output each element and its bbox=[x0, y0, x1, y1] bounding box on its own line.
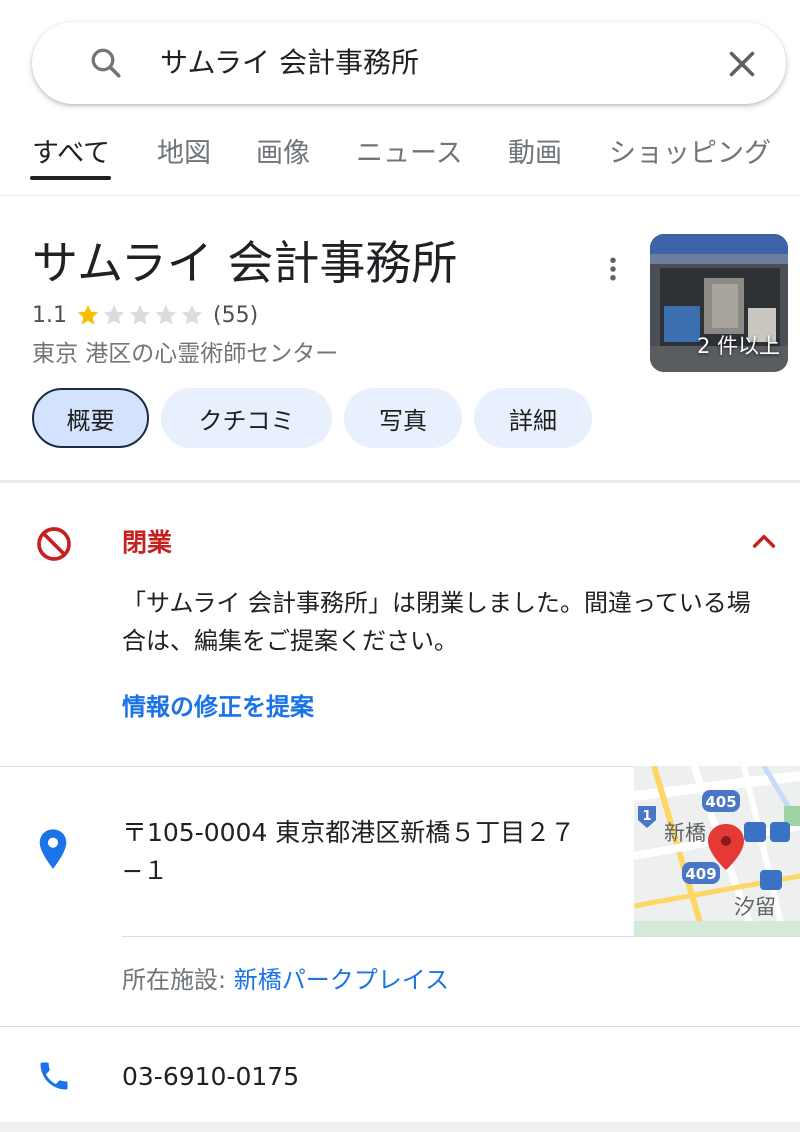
bottom-section-divider bbox=[0, 1122, 800, 1132]
search-tabs: すべて 地図 画像 ニュース 動画 ショッピング bbox=[0, 130, 800, 196]
search-icon bbox=[91, 48, 121, 78]
block-icon bbox=[37, 527, 71, 561]
phone-number[interactable]: 03-6910-0175 bbox=[122, 1060, 299, 1094]
tab-videos[interactable]: 動画 bbox=[508, 136, 562, 172]
star-empty-icon bbox=[129, 305, 151, 325]
map-road-405: 405 bbox=[705, 793, 736, 811]
more-options-icon[interactable] bbox=[598, 254, 628, 284]
tab-maps[interactable]: 地図 bbox=[157, 136, 211, 172]
facility-link[interactable]: 新橋パークプレイス bbox=[234, 966, 449, 994]
star-rating bbox=[75, 302, 205, 328]
phone-icon bbox=[40, 1062, 68, 1090]
chip-photos[interactable]: 写真 bbox=[344, 388, 462, 448]
map-label-shiodome: 汐留 bbox=[734, 895, 776, 919]
search-input[interactable]: サムライ 会計事務所 bbox=[160, 44, 419, 82]
star-icon bbox=[77, 305, 99, 325]
map-thumbnail[interactable]: 405 409 1 新橋 汐留 bbox=[634, 766, 800, 936]
place-category: 東京 港区の心霊術師センター bbox=[32, 341, 339, 367]
suggest-edit-link[interactable]: 情報の修正を提案 bbox=[122, 690, 314, 724]
map-road-409: 409 bbox=[685, 865, 716, 883]
star-empty-icon bbox=[103, 305, 125, 325]
tab-images[interactable]: 画像 bbox=[256, 136, 310, 172]
closed-status-label: 閉業 bbox=[122, 528, 173, 557]
facility-label: 所在施設: bbox=[122, 966, 234, 994]
rating-row[interactable]: 1.1 (55) bbox=[32, 300, 258, 330]
place-title: サムライ 会計事務所 bbox=[32, 236, 458, 290]
divider bbox=[0, 1026, 800, 1027]
review-count: (55) bbox=[213, 302, 259, 328]
photo-count: 2 件以上 bbox=[696, 334, 780, 358]
star-empty-icon bbox=[181, 305, 203, 325]
tab-shopping[interactable]: ショッピング bbox=[609, 136, 771, 172]
facility-row: 所在施設: 新橋パークプレイス bbox=[122, 962, 449, 998]
place-photo[interactable]: 2 件以上 bbox=[650, 234, 788, 372]
chip-reviews[interactable]: クチコミ bbox=[161, 388, 332, 448]
divider bbox=[122, 936, 800, 937]
map-image: 405 409 1 新橋 汐留 bbox=[634, 766, 800, 936]
tab-all[interactable]: すべて bbox=[32, 136, 110, 172]
closed-message: 「サムライ 会計事務所」は閉業しました。間違っている場合は、編集をご提案ください… bbox=[122, 589, 751, 655]
chip-overview[interactable]: 概要 bbox=[32, 388, 149, 448]
chip-details[interactable]: 詳細 bbox=[474, 388, 592, 448]
map-road-1: 1 bbox=[642, 809, 651, 824]
close-icon[interactable] bbox=[724, 46, 760, 82]
star-empty-icon bbox=[155, 305, 177, 325]
chevron-up-icon[interactable] bbox=[748, 526, 780, 558]
section-divider bbox=[0, 480, 800, 483]
active-tab-indicator bbox=[30, 176, 111, 180]
address-text[interactable]: 〒105-0004 東京都港区新橋５丁目２７−１ bbox=[122, 814, 602, 890]
rating-value: 1.1 bbox=[32, 302, 67, 328]
tab-news[interactable]: ニュース bbox=[356, 136, 463, 172]
search-bar[interactable]: サムライ 会計事務所 bbox=[32, 22, 786, 104]
location-pin-icon bbox=[39, 829, 67, 869]
map-label-shinbashi: 新橋 bbox=[664, 821, 706, 845]
